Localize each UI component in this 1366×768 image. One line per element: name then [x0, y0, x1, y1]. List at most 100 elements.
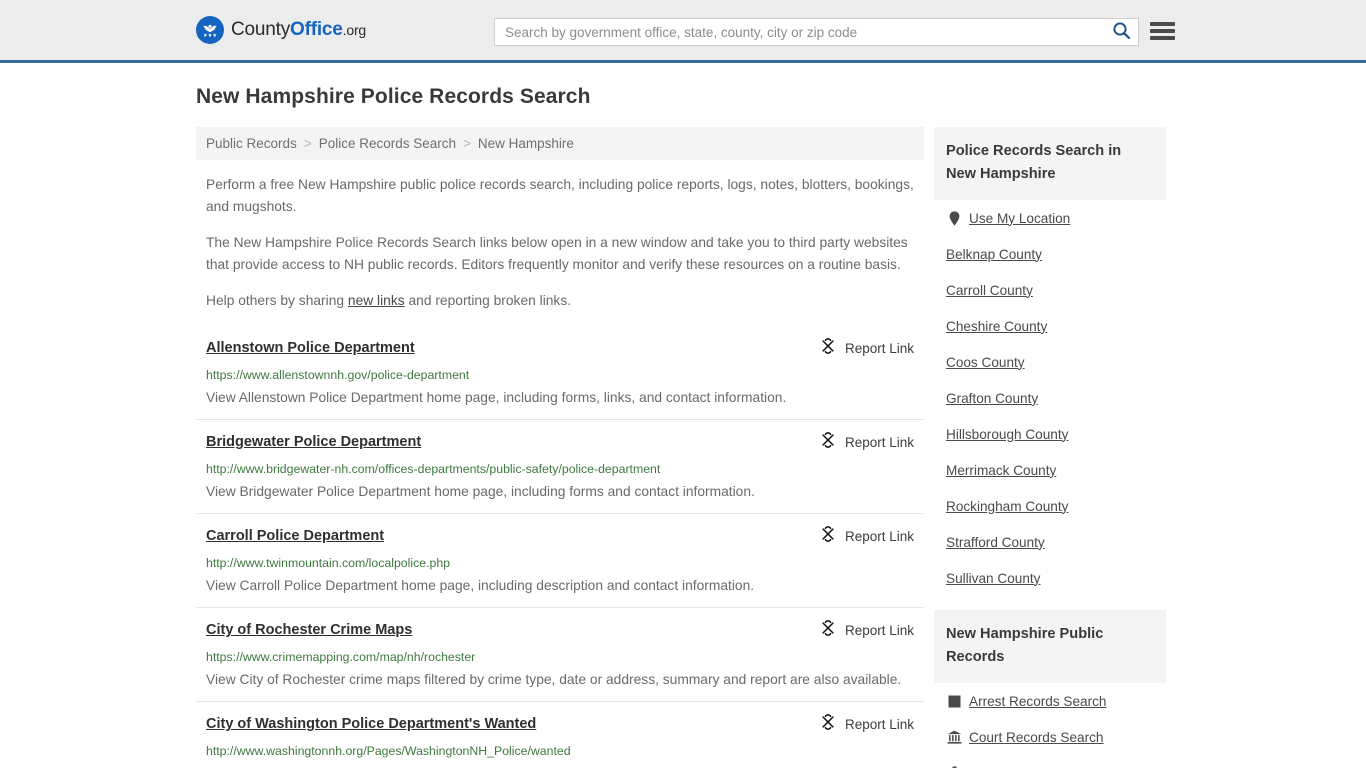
- sidebar-link-belknap-county[interactable]: Belknap County: [946, 247, 1042, 262]
- listing-url: https://www.allenstownnh.gov/police-depa…: [206, 368, 470, 382]
- listing-header: City of Washington Police Department's W…: [206, 714, 914, 736]
- sidebar-item-court-records-search[interactable]: Court Records Search: [934, 719, 1166, 755]
- sidebar-link-grafton-county[interactable]: Grafton County: [946, 391, 1038, 406]
- search-bar: [494, 18, 1139, 46]
- breadcrumb-item-public-records[interactable]: Public Records: [206, 136, 297, 151]
- listing-url: http://www.twinmountain.com/localpolice.…: [206, 556, 451, 570]
- sidebar-item-merrimack-county[interactable]: Merrimack County: [934, 452, 1166, 488]
- report-link-label: Report Link: [844, 717, 914, 732]
- site-logo-text: CountyOffice.org: [231, 19, 366, 41]
- listing-description: View Bridgewater Police Department home …: [206, 484, 755, 499]
- eagle-shield-icon: [196, 16, 224, 44]
- sidebar-item-criminal-records-search[interactable]: Criminal Records Search: [934, 755, 1166, 768]
- broken-link-icon: [820, 526, 836, 548]
- logo-text-org: .org: [342, 22, 367, 38]
- report-link-label: Report Link: [844, 529, 914, 544]
- listing-description: View Carroll Police Department home page…: [206, 578, 755, 593]
- breadcrumb-item-new-hampshire[interactable]: New Hampshire: [478, 136, 574, 151]
- broken-link-icon: [820, 432, 836, 454]
- logo-text-county: County: [231, 19, 291, 40]
- search-icon: [1112, 21, 1131, 43]
- listing-header: Allenstown Police Department Report Link: [206, 338, 914, 360]
- hamburger-bar-2: [1150, 29, 1175, 33]
- sidebar: Police Records Search in New Hampshire U…: [934, 127, 1166, 768]
- listing-item: Bridgewater Police Department Report Lin…: [196, 420, 924, 514]
- listing-header: Bridgewater Police Department Report Lin…: [206, 432, 914, 454]
- content-columns: Public Records > Police Records Search >…: [0, 127, 1366, 768]
- listing-title-link[interactable]: City of Rochester Crime Maps: [206, 620, 412, 640]
- report-link-button[interactable]: Report Link: [820, 620, 914, 642]
- listing-title-link[interactable]: City of Washington Police Department's W…: [206, 714, 536, 734]
- intro-paragraph-3: Help others by sharing new links and rep…: [196, 290, 924, 312]
- listing-description: View City of Rochester crime maps filter…: [206, 672, 902, 687]
- listing-url: https://www.crimemapping.com/map/nh/roch…: [206, 650, 476, 664]
- sidebar-box2-heading: New Hampshire Public Records: [934, 610, 1166, 683]
- main-column: Public Records > Police Records Search >…: [196, 127, 924, 768]
- hamburger-menu-icon[interactable]: [1150, 20, 1175, 42]
- fingerprint-card-icon: [946, 695, 962, 708]
- sidebar-item-coos-county[interactable]: Coos County: [934, 344, 1166, 380]
- listing-url: http://www.bridgewater-nh.com/offices-de…: [206, 462, 661, 476]
- intro-p3-before: Help others by sharing: [206, 293, 348, 308]
- sidebar-link-merrimack-county[interactable]: Merrimack County: [946, 463, 1056, 478]
- sidebar-link-carroll-county[interactable]: Carroll County: [946, 283, 1033, 298]
- listing-item: Carroll Police Department Report Link ht…: [196, 514, 924, 608]
- sidebar-item-cheshire-county[interactable]: Cheshire County: [934, 308, 1166, 344]
- sidebar-link-court-records-search[interactable]: Court Records Search: [969, 730, 1103, 745]
- report-link-label: Report Link: [844, 623, 914, 638]
- listing-title-link[interactable]: Allenstown Police Department: [206, 338, 415, 358]
- map-pin-icon: [946, 210, 962, 226]
- sidebar-item-rockingham-county[interactable]: Rockingham County: [934, 488, 1166, 524]
- report-link-button[interactable]: Report Link: [820, 338, 914, 360]
- intro-p3-after: and reporting broken links.: [404, 293, 572, 308]
- sidebar-county-list: Use My Location Belknap County Carroll C…: [934, 200, 1166, 596]
- listing-header: Carroll Police Department Report Link: [206, 526, 914, 548]
- logo-text-office: Office: [290, 19, 343, 40]
- sidebar-link-use-my-location[interactable]: Use My Location: [969, 211, 1070, 226]
- sidebar-item-arrest-records-search[interactable]: Arrest Records Search: [934, 683, 1166, 719]
- sidebar-link-coos-county[interactable]: Coos County: [946, 355, 1025, 370]
- sidebar-public-records-list: Arrest Records Search Court Records Sear…: [934, 683, 1166, 768]
- report-link-button[interactable]: Report Link: [820, 526, 914, 548]
- breadcrumb-item-police-records-search[interactable]: Police Records Search: [319, 136, 456, 151]
- sidebar-link-sullivan-county[interactable]: Sullivan County: [946, 571, 1040, 586]
- report-link-label: Report Link: [844, 341, 914, 356]
- sidebar-link-cheshire-county[interactable]: Cheshire County: [946, 319, 1047, 334]
- sidebar-link-rockingham-county[interactable]: Rockingham County: [946, 499, 1068, 514]
- broken-link-icon: [820, 714, 836, 736]
- sidebar-item-sullivan-county[interactable]: Sullivan County: [934, 560, 1166, 596]
- broken-link-icon: [820, 338, 836, 360]
- listing-title-link[interactable]: Bridgewater Police Department: [206, 432, 421, 452]
- sidebar-link-strafford-county[interactable]: Strafford County: [946, 535, 1045, 550]
- listing-url: http://www.washingtonnh.org/Pages/Washin…: [206, 744, 571, 758]
- broken-link-icon: [820, 620, 836, 642]
- page-title: New Hampshire Police Records Search: [196, 85, 591, 108]
- new-links-link[interactable]: new links: [348, 293, 405, 308]
- search-button[interactable]: [1104, 19, 1138, 45]
- search-input[interactable]: [495, 19, 1104, 45]
- listing-title-link[interactable]: Carroll Police Department: [206, 526, 384, 546]
- sidebar-box1-heading: Police Records Search in New Hampshire: [934, 127, 1166, 200]
- site-logo[interactable]: CountyOffice.org: [196, 16, 366, 44]
- page-body: New Hampshire Police Records Search Publ…: [0, 63, 1366, 768]
- report-link-button[interactable]: Report Link: [820, 432, 914, 454]
- listing-item: City of Rochester Crime Maps Report Link…: [196, 608, 924, 702]
- breadcrumb-separator: >: [303, 136, 312, 151]
- courthouse-icon: [946, 730, 962, 744]
- sidebar-item-hillsborough-county[interactable]: Hillsborough County: [934, 416, 1166, 452]
- listing-description: View Allenstown Police Department home p…: [206, 390, 787, 405]
- sidebar-item-belknap-county[interactable]: Belknap County: [934, 236, 1166, 272]
- sidebar-item-use-my-location[interactable]: Use My Location: [934, 200, 1166, 236]
- site-header: CountyOffice.org: [0, 0, 1366, 63]
- sidebar-link-hillsborough-county[interactable]: Hillsborough County: [946, 427, 1068, 442]
- report-link-button[interactable]: Report Link: [820, 714, 914, 736]
- sidebar-item-carroll-county[interactable]: Carroll County: [934, 272, 1166, 308]
- sidebar-link-arrest-records-search[interactable]: Arrest Records Search: [969, 694, 1107, 709]
- hamburger-bar-1: [1150, 22, 1175, 26]
- sidebar-item-grafton-county[interactable]: Grafton County: [934, 380, 1166, 416]
- intro-text: Perform a free New Hampshire public poli…: [196, 174, 924, 312]
- hamburger-bar-3: [1150, 36, 1175, 40]
- breadcrumb: Public Records > Police Records Search >…: [196, 127, 924, 160]
- sidebar-item-strafford-county[interactable]: Strafford County: [934, 524, 1166, 560]
